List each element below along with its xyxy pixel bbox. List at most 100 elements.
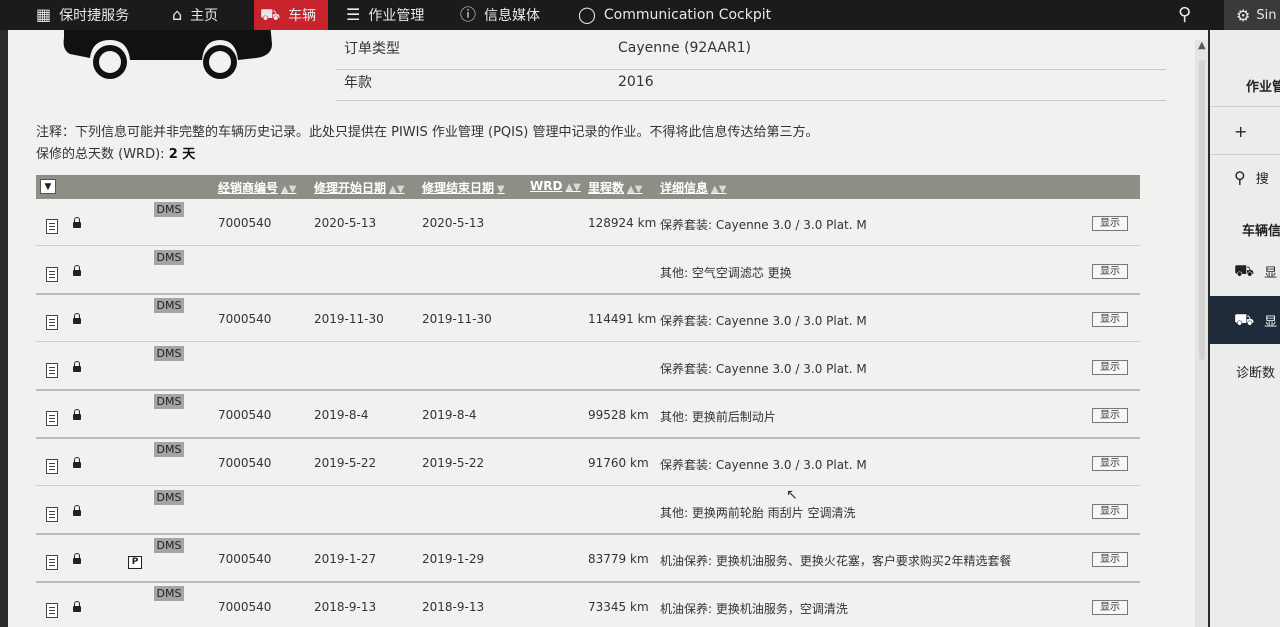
table-row: P DMS 7000540 2019-1-27 2019-1-29 83779 km 机油保…	[36, 533, 1140, 582]
details-cell: 保养套装: Cayenne 3.0 / 3.0 Plat. M	[660, 218, 867, 232]
sort-icon: ▲▼	[281, 184, 297, 195]
document-icon[interactable]	[46, 267, 58, 282]
document-icon[interactable]	[46, 603, 58, 618]
mileage-cell: 91760 km	[588, 456, 649, 470]
show-details-button[interactable]: 显示	[1092, 456, 1128, 471]
group-divider	[36, 437, 1140, 439]
car-icon: ⛟	[260, 5, 281, 24]
show-details-button[interactable]: 显示	[1092, 312, 1128, 327]
col-header-dealer[interactable]: 经销商编号 ▲▼	[218, 179, 296, 196]
col-header-end-date[interactable]: 修理结束日期 ▼	[422, 179, 505, 196]
show-details-button[interactable]: 显示	[1092, 264, 1128, 279]
nav-vehicle-tab[interactable]: ⛟ 车辆	[254, 0, 329, 30]
mouse-cursor-icon: ↖	[786, 487, 798, 503]
group-divider	[36, 293, 1140, 295]
mileage-cell: 73345 km	[588, 600, 649, 614]
dms-badge: DMS	[154, 538, 184, 553]
search-icon[interactable]: ⚲	[1178, 4, 1191, 25]
side-vehicle-info-title: 车辆信	[1242, 223, 1280, 239]
col-details-text: 详细信息	[660, 181, 709, 195]
show-details-button[interactable]: 显示	[1092, 360, 1128, 375]
mileage-cell: 128924 km	[588, 216, 657, 230]
side-diagnostic-data[interactable]: 诊断数	[1210, 348, 1280, 394]
start-date-cell: 2019-1-27	[314, 552, 377, 566]
table-row: DMS 7000540 2019-11-30 2019-11-30 114491 km 保…	[36, 293, 1140, 342]
sort-icon: ▲▼	[711, 184, 727, 195]
lock-icon	[73, 601, 81, 612]
side-add-job[interactable]: +	[1210, 108, 1280, 154]
sort-icon: ▲▼	[565, 182, 581, 193]
document-icon[interactable]	[46, 459, 58, 474]
scrollbar-thumb[interactable]	[1199, 60, 1205, 360]
details-cell: 保养套装: Cayenne 3.0 / 3.0 Plat. M	[660, 458, 867, 472]
details-cell: 其他: 更换前后制动片	[660, 410, 776, 424]
side-vehicle-show[interactable]: ⛟ 显	[1210, 248, 1280, 294]
side-show-label-active: 显	[1264, 314, 1278, 330]
side-vehicle-history-active[interactable]: ⛟ 显	[1210, 296, 1280, 344]
nav-info-media[interactable]: ⓘ 信息媒体	[460, 0, 540, 30]
parking-badge: P	[128, 556, 142, 569]
show-details-button[interactable]: 显示	[1092, 600, 1128, 615]
group-divider	[36, 581, 1140, 583]
nav-media-label: 信息媒体	[484, 8, 541, 24]
lock-icon	[73, 553, 81, 564]
dealer-number-cell: 7000540	[218, 600, 272, 614]
lock-icon	[73, 505, 81, 516]
nav-home[interactable]: ⌂ 主页	[172, 0, 218, 30]
nav-app-menu[interactable]: ▦ 保时捷服务	[36, 0, 129, 30]
nav-job-management[interactable]: ☰ 作业管理	[346, 0, 424, 30]
col-header-wrd[interactable]: WRD ▲▼	[530, 179, 581, 193]
lock-icon	[73, 265, 81, 276]
nav-communication-cockpit[interactable]: ◯ Communication Cockpit	[578, 0, 771, 30]
document-icon[interactable]	[46, 411, 58, 426]
user-label: Sin	[1256, 7, 1277, 23]
sort-desc-icon: ▼	[497, 184, 505, 195]
dms-badge: DMS	[154, 346, 184, 361]
col-header-start-date[interactable]: 修理开始日期 ▲▼	[314, 179, 404, 196]
nav-vehicle-label: 车辆	[288, 8, 317, 24]
show-details-button[interactable]: 显示	[1092, 552, 1128, 567]
dms-badge: DMS	[154, 202, 184, 217]
side-search[interactable]: ⚲ 搜	[1210, 154, 1280, 200]
details-cell: 其他: 空气空调滤芯 更换	[660, 266, 792, 280]
col-header-details[interactable]: 详细信息 ▲▼	[660, 179, 726, 196]
col-header-mileage[interactable]: 里程数 ▲▼	[588, 179, 642, 196]
list-icon: ☰	[346, 5, 361, 24]
filter-icon[interactable]: ▼	[40, 179, 56, 194]
document-icon[interactable]	[46, 315, 58, 330]
chat-icon: ◯	[578, 5, 596, 24]
user-menu[interactable]: ⚙ Sin	[1224, 0, 1280, 30]
mileage-cell: 114491 km	[588, 312, 657, 326]
model-year-value: 2016	[618, 74, 654, 90]
plus-icon: +	[1234, 121, 1248, 141]
nav-job-label: 作业管理	[368, 8, 425, 24]
side-search-label: 搜	[1255, 171, 1269, 187]
grid-icon: ▦	[36, 5, 52, 24]
scroll-up-arrow-icon[interactable]: ▲	[1198, 40, 1206, 51]
show-details-button[interactable]: 显示	[1092, 504, 1128, 519]
history-table-header: ▼ 经销商编号 ▲▼ 修理开始日期 ▲▼ 修理结束日期 ▼ WRD ▲▼ 里程数 ▲▼ 详…	[36, 175, 1140, 199]
start-date-cell: 2019-5-22	[314, 456, 377, 470]
lock-icon	[73, 217, 81, 228]
wrd-total-days: 保修的总天数 (WRD): 2 天	[36, 143, 195, 162]
dms-badge: DMS	[154, 490, 184, 505]
col-dealer-text: 经销商编号	[218, 181, 279, 195]
document-icon[interactable]	[46, 507, 58, 522]
car-icon: ⛟	[1234, 260, 1255, 280]
show-details-button[interactable]: 显示	[1092, 408, 1128, 423]
end-date-cell: 2019-8-4	[422, 408, 477, 422]
nav-home-label: 主页	[190, 8, 219, 24]
info-icon: ⓘ	[460, 5, 477, 24]
document-icon[interactable]	[46, 555, 58, 570]
car-search-icon: ⛟	[1234, 309, 1255, 329]
dms-badge: DMS	[154, 394, 184, 409]
dms-badge: DMS	[154, 586, 184, 601]
details-cell: 保养套装: Cayenne 3.0 / 3.0 Plat. M	[660, 362, 867, 376]
start-date-cell: 2019-8-4	[314, 408, 369, 422]
show-details-button[interactable]: 显示	[1092, 216, 1128, 231]
document-icon[interactable]	[46, 219, 58, 234]
order-type-label: 订单类型	[344, 41, 400, 57]
document-icon[interactable]	[46, 363, 58, 378]
side-diag-label: 诊断数	[1236, 365, 1276, 381]
dms-badge: DMS	[154, 442, 184, 457]
